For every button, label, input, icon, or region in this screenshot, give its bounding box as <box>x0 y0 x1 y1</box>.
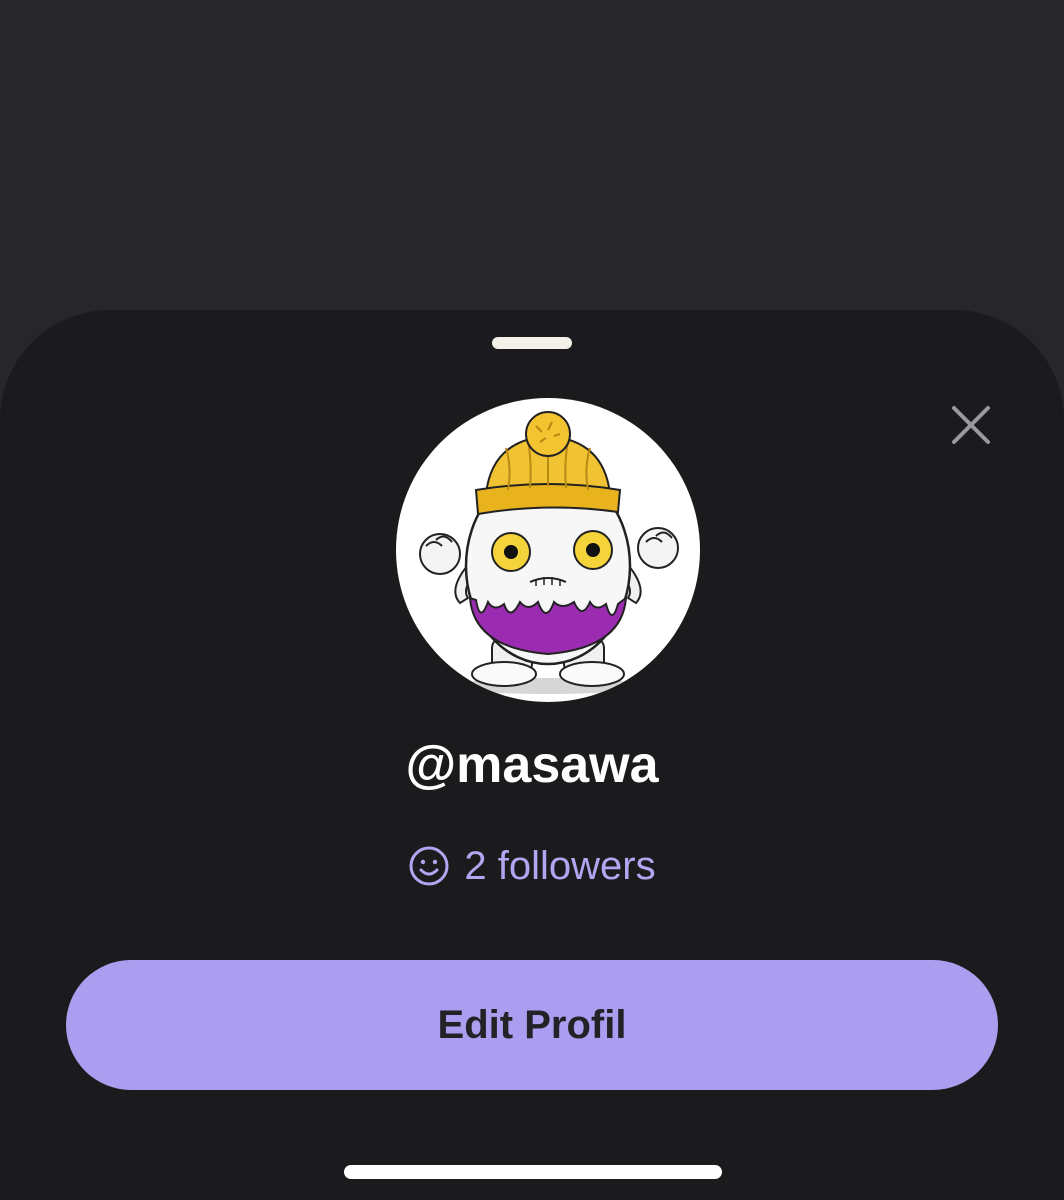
home-indicator[interactable] <box>344 1165 722 1179</box>
avatar <box>396 398 700 702</box>
smiley-icon <box>409 846 449 886</box>
close-icon <box>952 406 990 444</box>
sheet-grabber-handle[interactable] <box>492 337 572 349</box>
monster-mascot-avatar-icon <box>419 411 679 694</box>
profile-bottom-sheet: @masawa 2 followers Edit Profil <box>0 310 1064 1200</box>
close-button[interactable] <box>946 400 996 450</box>
username-label: @masawa <box>405 736 659 794</box>
followers-text: 2 followers <box>464 844 656 888</box>
edit-profile-label: Edit Profil <box>437 1002 627 1047</box>
edit-profile-button[interactable]: Edit Profil <box>66 960 998 1090</box>
followers-count[interactable]: 2 followers <box>0 838 1064 894</box>
